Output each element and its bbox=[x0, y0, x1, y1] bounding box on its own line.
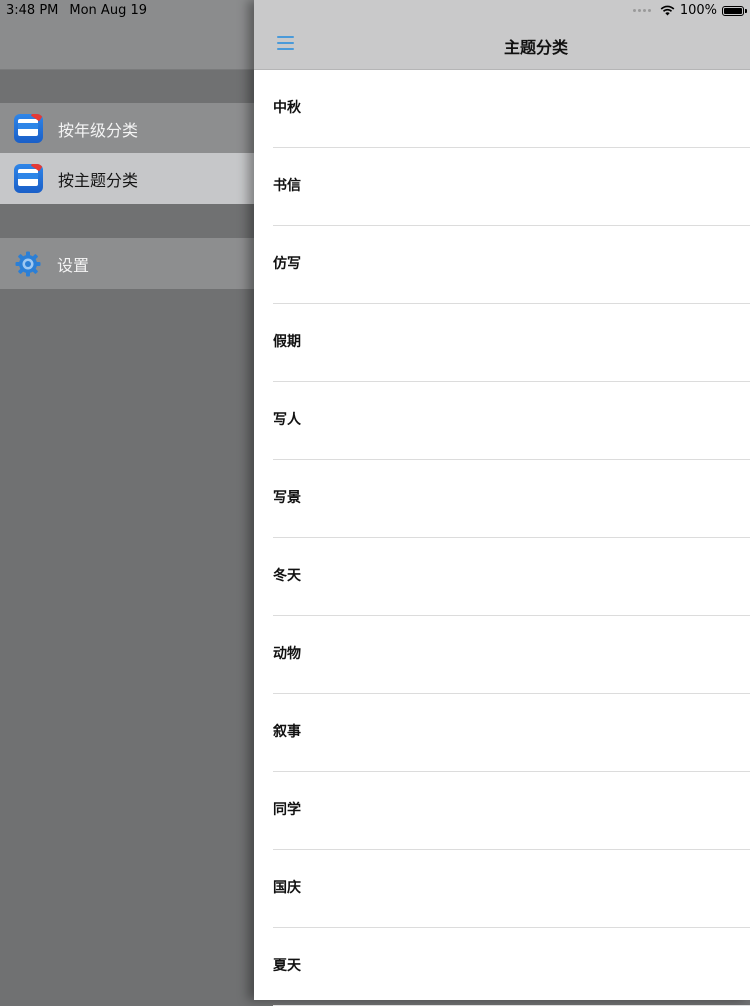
list-item[interactable]: 仿写 bbox=[254, 226, 750, 304]
gear-icon bbox=[15, 251, 41, 276]
status-time: 3:48 PM bbox=[6, 3, 59, 18]
topic-label: 写人 bbox=[273, 412, 301, 428]
list-item[interactable]: 假期 bbox=[254, 304, 750, 382]
drawer-item-label: 设置 bbox=[57, 255, 90, 275]
status-date: Mon Aug 19 bbox=[69, 3, 147, 18]
wifi-icon bbox=[660, 5, 675, 16]
signal-dots-icon bbox=[632, 9, 651, 12]
list-item[interactable]: 夏天 bbox=[254, 928, 750, 1006]
list-item[interactable]: 叙事 bbox=[254, 694, 750, 772]
drawer-item-label: 按主题分类 bbox=[58, 170, 139, 190]
status-left: 3:48 PM Mon Aug 19 bbox=[6, 3, 147, 18]
drawer-item-label: 按年级分类 bbox=[58, 120, 139, 140]
battery-fill bbox=[724, 7, 742, 14]
topic-label: 同学 bbox=[273, 802, 301, 818]
list-item[interactable]: 写人 bbox=[254, 382, 750, 460]
topic-list: 中秋书信仿写假期写人写景冬天动物叙事同学国庆夏天 bbox=[254, 70, 750, 1006]
topic-label: 写景 bbox=[273, 490, 301, 506]
side-drawer: 按年级分类 按主题分类 设置 bbox=[0, 0, 254, 1000]
topic-label: 仿写 bbox=[273, 256, 301, 272]
drawer-item-settings[interactable]: 设置 bbox=[0, 238, 254, 289]
main-panel: 主题分类 中秋书信仿写假期写人写景冬天动物叙事同学国庆夏天 bbox=[254, 0, 750, 1006]
topic-label: 国庆 bbox=[273, 880, 301, 896]
topic-label: 冬天 bbox=[273, 568, 301, 584]
battery-icon bbox=[722, 5, 747, 16]
status-bar: 3:48 PM Mon Aug 19 100% bbox=[0, 0, 750, 22]
app-book-icon bbox=[14, 164, 43, 193]
topic-label: 中秋 bbox=[273, 100, 301, 116]
topic-label: 叙事 bbox=[273, 724, 301, 740]
list-item[interactable]: 中秋 bbox=[254, 70, 750, 148]
drawer-item-grade[interactable]: 按年级分类 bbox=[0, 103, 254, 154]
list-item[interactable]: 同学 bbox=[254, 772, 750, 850]
list-item[interactable]: 写景 bbox=[254, 460, 750, 538]
drawer-item-theme[interactable]: 按主题分类 bbox=[0, 153, 254, 204]
topic-label: 书信 bbox=[273, 178, 301, 194]
battery-percent: 100% bbox=[679, 3, 717, 18]
topic-label: 假期 bbox=[273, 334, 301, 350]
list-item[interactable]: 动物 bbox=[254, 616, 750, 694]
topic-label: 动物 bbox=[273, 646, 301, 662]
list-item[interactable]: 冬天 bbox=[254, 538, 750, 616]
status-right: 100% bbox=[632, 3, 747, 18]
app-book-icon bbox=[14, 114, 43, 143]
list-item[interactable]: 书信 bbox=[254, 148, 750, 226]
page-title: 主题分类 bbox=[504, 38, 569, 57]
list-item[interactable]: 国庆 bbox=[254, 850, 750, 928]
topic-label: 夏天 bbox=[273, 958, 301, 974]
